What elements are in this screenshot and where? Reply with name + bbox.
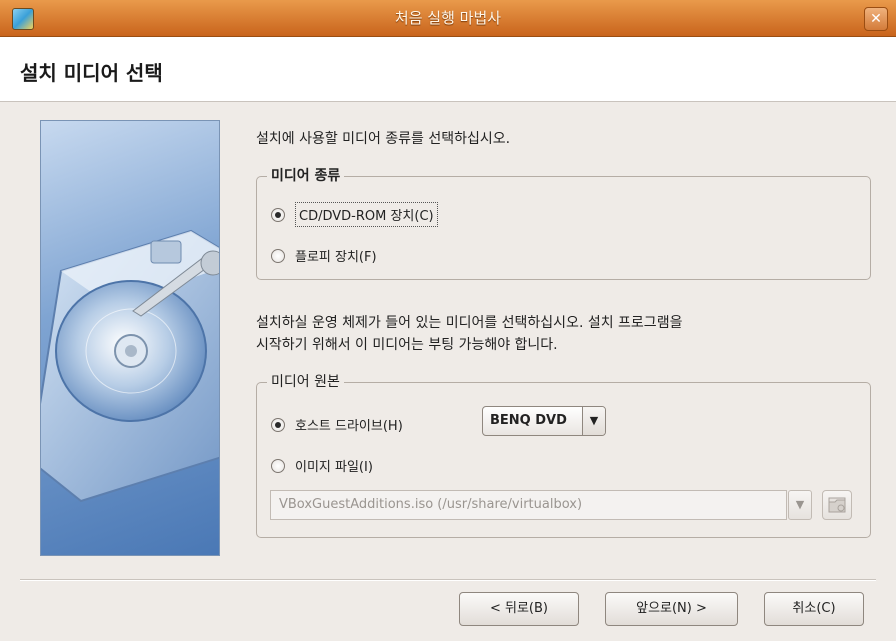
- cd-dvd-radio-row[interactable]: CD/DVD-ROM 장치(C): [271, 202, 438, 227]
- intro-text: 설치에 사용할 미디어 종류를 선택하십시오.: [256, 131, 511, 147]
- chevron-down-icon[interactable]: ▼: [582, 407, 605, 435]
- window-title: 처음 실행 마법사: [394, 9, 502, 27]
- image-file-label[interactable]: 이미지 파일(I): [295, 456, 373, 475]
- image-path-dropdown-button[interactable]: ▼: [788, 490, 812, 520]
- floppy-radio-row[interactable]: 플로피 장치(F): [271, 246, 377, 265]
- browse-image-button[interactable]: [822, 490, 852, 520]
- hard-disk-illustration: [40, 120, 220, 556]
- description-line-1: 설치하실 운영 체제가 들어 있는 미디어를 선택하십시오. 설치 프로그램을: [256, 315, 683, 331]
- image-path-field[interactable]: VBoxGuestAdditions.iso (/usr/share/virtu…: [270, 490, 787, 520]
- media-type-group: 미디어 종류 CD/DVD-ROM 장치(C) 플로피 장치(F): [256, 167, 871, 280]
- floppy-label[interactable]: 플로피 장치(F): [295, 246, 377, 265]
- host-drive-value: BENQ DVD: [490, 413, 567, 428]
- host-drive-radio-row[interactable]: 호스트 드라이브(H): [271, 415, 403, 434]
- floppy-radio[interactable]: [271, 248, 285, 263]
- image-file-radio[interactable]: [271, 458, 285, 473]
- image-file-radio-row[interactable]: 이미지 파일(I): [271, 456, 373, 475]
- wizard-header: 설치 미디어 선택: [0, 37, 896, 102]
- media-type-legend: 미디어 종류: [267, 167, 345, 185]
- folder-open-icon: [828, 497, 846, 513]
- description-line-2: 시작하기 위해서 이 미디어는 부팅 가능해야 합니다.: [256, 337, 558, 353]
- footer-separator: [20, 579, 876, 581]
- media-source-legend: 미디어 원본: [267, 373, 344, 391]
- title-bar[interactable]: 처음 실행 마법사 ✕: [0, 0, 896, 37]
- host-drive-select[interactable]: BENQ DVD ▼: [482, 406, 606, 436]
- media-description: 설치하실 운영 체제가 들어 있는 미디어를 선택하십시오. 설치 프로그램을 …: [256, 312, 871, 356]
- hard-disk-icon: [41, 229, 219, 503]
- cd-dvd-label[interactable]: CD/DVD-ROM 장치(C): [295, 202, 438, 227]
- next-button[interactable]: 앞으로(N) >: [605, 592, 738, 626]
- wizard-window: 처음 실행 마법사 ✕ 설치 미디어 선택 설치에 사용할 미디어 종류를 선택…: [0, 0, 896, 641]
- host-drive-label[interactable]: 호스트 드라이브(H): [295, 415, 403, 434]
- cancel-button[interactable]: 취소(C): [764, 592, 864, 626]
- cd-dvd-radio[interactable]: [271, 207, 285, 222]
- close-icon: ✕: [870, 11, 882, 27]
- page-title: 설치 미디어 선택: [20, 61, 163, 85]
- chevron-down-icon: ▼: [795, 498, 805, 511]
- back-button[interactable]: < 뒤로(B): [459, 592, 579, 626]
- close-button[interactable]: ✕: [864, 7, 888, 31]
- host-drive-radio[interactable]: [271, 417, 285, 432]
